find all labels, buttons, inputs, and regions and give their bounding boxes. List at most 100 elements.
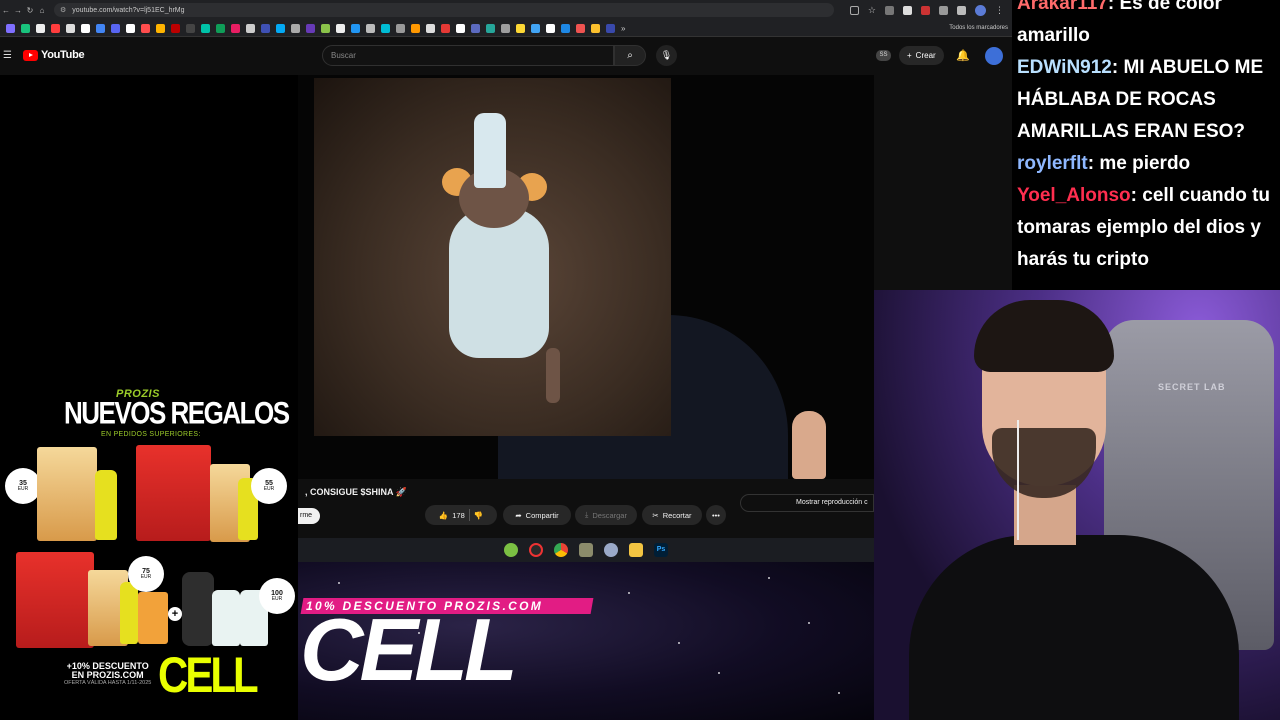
price-badge: 35 EUR (5, 468, 41, 504)
plus-icon: + (168, 607, 182, 621)
youtube-header: ☰ YouTube Buscar ⌕ 🎙 SS + Crear 🔔 (0, 37, 1012, 75)
bookmark-icon[interactable] (396, 23, 405, 33)
like-count[interactable]: 178 (452, 511, 465, 520)
taskbar-app-icon[interactable] (504, 543, 518, 557)
thumbs-up-icon[interactable]: 👍 (439, 511, 448, 520)
bookmark-icon[interactable] (111, 23, 120, 33)
bookmark-icon[interactable] (261, 23, 270, 33)
bookmark-icon[interactable] (486, 23, 495, 33)
profile-avatar[interactable] (975, 4, 986, 16)
notifications-bell-icon[interactable]: 🔔 (956, 49, 970, 62)
forward-icon[interactable]: → (12, 6, 24, 15)
taskbar-app-icon[interactable] (529, 543, 543, 557)
bookmark-icon[interactable] (381, 23, 390, 33)
bookmark-icon[interactable] (291, 23, 300, 33)
clip-label: Recortar (662, 510, 692, 520)
bookmark-icon[interactable] (441, 23, 450, 33)
bookmark-icon[interactable] (501, 23, 510, 33)
sponsor-discount: +10% DESCUENTO EN PROZIS.COM OFERTA VÁLI… (64, 661, 151, 687)
back-icon[interactable]: ← (0, 6, 12, 15)
ss-badge[interactable]: SS (876, 50, 891, 61)
account-avatar[interactable] (985, 47, 1003, 65)
bookmark-icon[interactable] (606, 23, 615, 33)
chair-logo: SECRET LAB (1158, 382, 1226, 392)
site-info-icon[interactable]: ⚙ (60, 6, 66, 14)
bookmark-icon[interactable] (231, 23, 240, 33)
bookmark-icon[interactable] (321, 23, 330, 33)
search-button[interactable]: ⌕ (614, 45, 646, 66)
bookmark-icon[interactable] (516, 23, 525, 33)
extensions-puzzle-icon[interactable] (939, 5, 948, 15)
search-input[interactable]: Buscar (322, 45, 614, 66)
extension-icon[interactable] (903, 5, 912, 15)
photoshop-icon[interactable]: Ps (654, 543, 668, 557)
bookmark-icon[interactable] (246, 23, 255, 33)
bookmark-icon[interactable] (96, 23, 105, 33)
chat-username: Arakar117 (1017, 0, 1108, 14)
bookmark-icon[interactable] (576, 23, 585, 33)
install-icon[interactable] (849, 5, 859, 15)
clip-button[interactable]: ✂ Recortar (642, 505, 702, 525)
bookmark-icon[interactable] (276, 23, 285, 33)
show-playback-button[interactable]: Mostrar reproducción c (740, 494, 874, 512)
more-actions-button[interactable]: ••• (706, 505, 726, 525)
bookmarks-overflow-icon[interactable]: » (621, 24, 625, 33)
star-icon[interactable]: ☆ (868, 5, 876, 16)
bookmark-icon[interactable] (36, 23, 45, 33)
extension-icon[interactable] (885, 5, 894, 15)
bookmark-icon[interactable] (531, 23, 540, 33)
bookmark-icon[interactable] (336, 23, 345, 33)
voice-search-button[interactable]: 🎙 (656, 45, 677, 66)
bookmark-icon[interactable] (141, 23, 150, 33)
bookmark-icon[interactable] (591, 23, 600, 33)
chef-hat (474, 113, 506, 188)
bookmark-icon[interactable] (351, 23, 360, 33)
reload-icon[interactable]: ↻ (24, 6, 36, 15)
bookmark-icon[interactable] (366, 23, 375, 33)
share-button[interactable]: ➦ Compartir (503, 505, 571, 525)
bookmark-icon[interactable] (21, 23, 30, 33)
hamburger-menu-icon[interactable]: ☰ (3, 50, 12, 61)
taskbar-app-icon[interactable] (604, 543, 618, 557)
bookmark-icon[interactable] (156, 23, 165, 33)
search-icon: ⌕ (627, 50, 633, 61)
bookmark-icon[interactable] (186, 23, 195, 33)
folder-icon[interactable] (629, 543, 643, 557)
chrome-icon[interactable] (554, 543, 568, 557)
all-bookmarks-label[interactable]: Todos los marcadores (949, 25, 1012, 31)
create-button[interactable]: + Crear (899, 46, 944, 65)
bookmark-icon[interactable] (411, 23, 420, 33)
bookmark-icon[interactable] (471, 23, 480, 33)
menu-dots-icon[interactable]: ⋮ (995, 5, 1004, 16)
juice-pack-image (138, 592, 168, 644)
youtube-logo[interactable]: YouTube (23, 49, 85, 61)
home-icon[interactable]: ⌂ (36, 6, 48, 15)
price-currency: EUR (263, 486, 275, 493)
bookmark-icon[interactable] (426, 23, 435, 33)
bookmark-icon[interactable] (216, 23, 225, 33)
chat-message: roylerflt: me pierdo (1017, 148, 1280, 180)
download-button[interactable]: ⤓ Descargar (575, 505, 637, 525)
oats-pack-image (136, 445, 211, 541)
bookmark-icon[interactable] (201, 23, 210, 33)
discount-code-big: CELL (300, 600, 518, 699)
bookmark-icon[interactable] (51, 23, 60, 33)
taskbar-app-icon[interactable] (579, 543, 593, 557)
tab-search-icon[interactable] (957, 5, 966, 15)
bookmark-icon[interactable] (456, 23, 465, 33)
bookmark-icon[interactable] (66, 23, 75, 33)
url-field[interactable]: ⚙ youtube.com/watch?v=lj51EC_hrMg (54, 3, 834, 17)
bookmark-icon[interactable] (546, 23, 555, 33)
streamer-body (909, 535, 1239, 720)
subscribe-button[interactable]: rme (298, 508, 320, 524)
extension-icon[interactable] (921, 5, 930, 15)
thumbs-down-icon[interactable]: 👎 (474, 511, 483, 520)
bookmark-icon[interactable] (81, 23, 90, 33)
video-title: , CONSIGUE $SHINA 🚀 (305, 487, 407, 497)
bookmark-icon[interactable] (561, 23, 570, 33)
wraps-pack-image (37, 447, 97, 541)
bookmark-icon[interactable] (6, 23, 15, 33)
bookmark-icon[interactable] (126, 23, 135, 33)
bookmark-icon[interactable] (306, 23, 315, 33)
bookmark-icon[interactable] (171, 23, 180, 33)
